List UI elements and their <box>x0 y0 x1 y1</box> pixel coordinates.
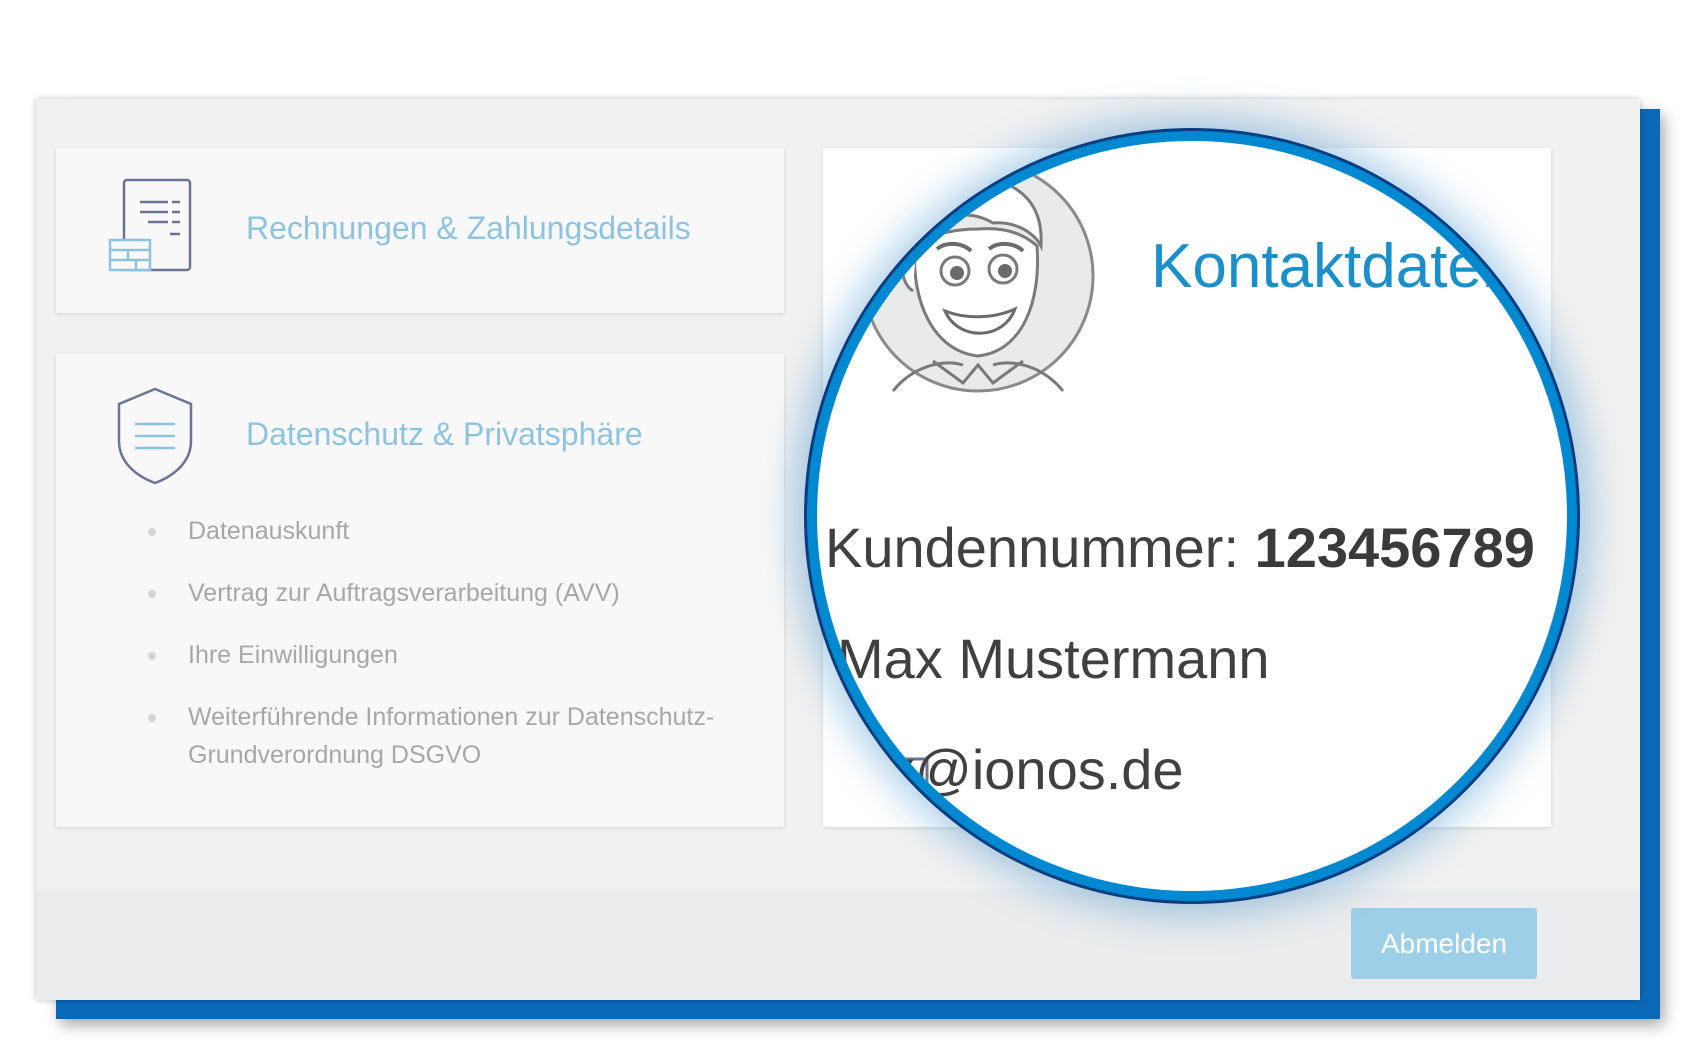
panel-footer: Abmelden <box>36 889 1640 1000</box>
contact-email: x@ionos.de <box>887 738 1184 801</box>
customer-number-row: Kundennummer: 123456789 <box>825 515 1535 580</box>
privacy-links-list: Datenauskunft Vertrag zur Auftragsverarb… <box>148 512 748 798</box>
privacy-card: Datenschutz & Privatsphäre Datenauskunft… <box>56 354 784 827</box>
invoices-card[interactable]: Rechnungen & Zahlungsdetails <box>56 148 784 313</box>
avatar <box>853 151 1103 406</box>
logout-button[interactable]: Abmelden <box>1351 908 1537 979</box>
invoice-icon <box>108 178 200 279</box>
contact-card-title[interactable]: Kontaktdaten <box>1151 231 1516 302</box>
magnifier-lens: Kontaktdaten Kundennummer: 123456789 Max… <box>807 131 1577 901</box>
shield-icon <box>116 386 194 491</box>
privacy-link-dsgvo-info[interactable]: Weiterführende Informationen zur Datensc… <box>148 698 748 774</box>
privacy-link-data-request[interactable]: Datenauskunft <box>148 512 748 550</box>
privacy-link-consents[interactable]: Ihre Einwilligungen <box>148 636 748 674</box>
customer-number-value: 123456789 <box>1254 516 1535 579</box>
privacy-link-avv[interactable]: Vertrag zur Auftragsverarbeitung (AVV) <box>148 574 748 612</box>
customer-number-label: Kundennummer: <box>825 516 1240 579</box>
contact-name: Max Mustermann <box>837 627 1270 690</box>
invoices-card-title[interactable]: Rechnungen & Zahlungsdetails <box>246 210 691 247</box>
privacy-card-title[interactable]: Datenschutz & Privatsphäre <box>246 416 643 453</box>
